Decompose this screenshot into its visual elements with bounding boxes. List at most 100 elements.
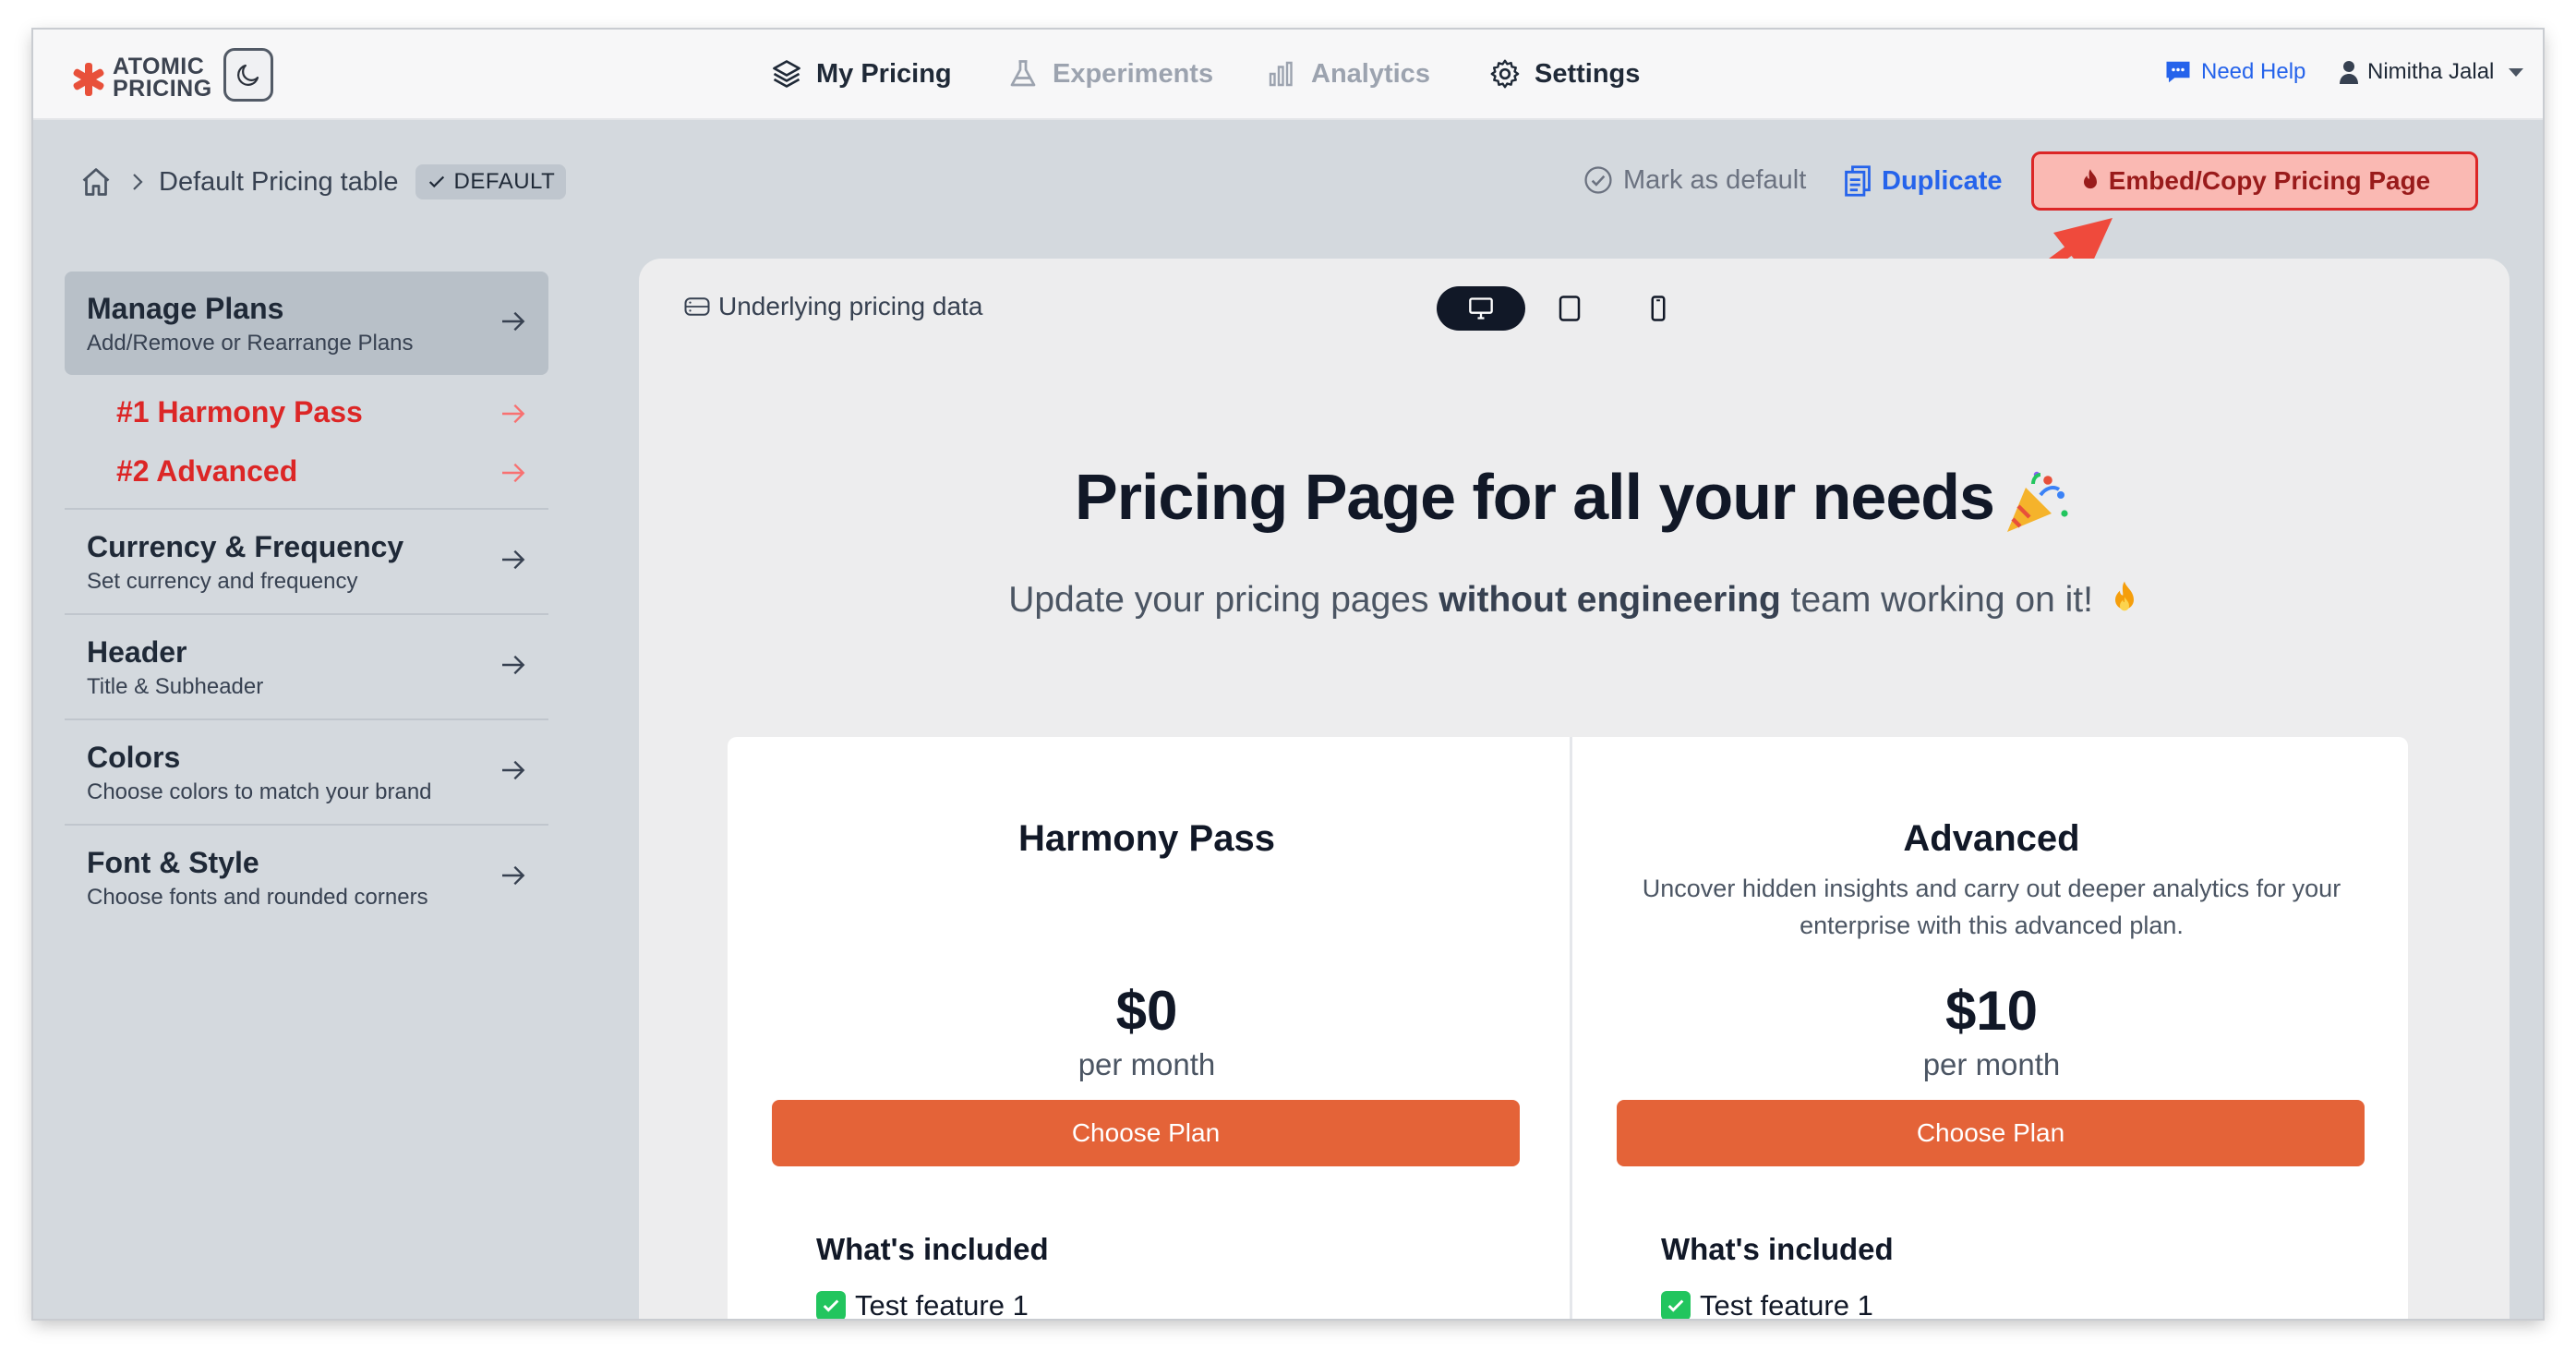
default-badge-label: DEFAULT bbox=[453, 169, 556, 194]
check-icon bbox=[428, 175, 444, 188]
plan-period: per month bbox=[1922, 1047, 2061, 1081]
choose-plan-button[interactable]: Choose Plan bbox=[772, 1100, 1520, 1166]
sidebar-item-currency-frequency[interactable]: Currency & Frequency Set currency and fr… bbox=[65, 510, 548, 615]
fire-icon bbox=[2114, 581, 2134, 611]
embed-copy-label: Embed/Copy Pricing Page bbox=[2108, 166, 2431, 195]
sidebar-item-subtitle: Choose fonts and rounded corners bbox=[87, 885, 428, 910]
sidebar-item-title: Font & Style bbox=[87, 846, 259, 879]
embed-copy-button[interactable]: Embed/Copy Pricing Page bbox=[2031, 151, 2478, 211]
arrow-right-icon bbox=[502, 865, 525, 886]
logo[interactable]: ATOMIC PRICING bbox=[70, 55, 236, 102]
pricing-page-title-text: Pricing Page for all your needs bbox=[1075, 461, 1995, 533]
subtitle-post: team working on it! bbox=[1780, 580, 2093, 620]
sidebar-item-subtitle: Set currency and frequency bbox=[87, 569, 358, 594]
need-help-link[interactable]: Need Help bbox=[2164, 59, 2305, 85]
page-title: Default Pricing table bbox=[159, 166, 399, 197]
user-menu[interactable]: Nimitha Jalal bbox=[2340, 59, 2524, 85]
nav-settings-label: Settings bbox=[1535, 58, 1641, 89]
layers-icon bbox=[773, 60, 800, 88]
plan-price: $10 bbox=[1944, 980, 2039, 1042]
chevron-down-icon bbox=[2509, 67, 2524, 77]
sidebar-item-title: Colors bbox=[87, 741, 181, 774]
plan-name: Harmony Pass bbox=[1018, 818, 1275, 859]
nav-analytics[interactable]: Analytics bbox=[1265, 55, 1430, 92]
party-popper-icon bbox=[2006, 471, 2068, 532]
phone-icon bbox=[1651, 296, 1666, 321]
sidebar-item-title: Header bbox=[87, 635, 187, 669]
bar-chart-icon bbox=[1269, 61, 1293, 87]
sidebar-item-subtitle: Title & Subheader bbox=[87, 674, 264, 699]
sidebar-item-subtitle: Add/Remove or Rearrange Plans bbox=[87, 331, 414, 356]
nav-analytics-label: Analytics bbox=[1311, 58, 1430, 89]
app-window: ATOMIC PRICING My Pricing Experiments An… bbox=[33, 30, 2543, 1319]
subtitle-pre: Update your pricing pages bbox=[1008, 580, 1439, 620]
pricing-preview: Underlying pricing data Pricing Page for… bbox=[639, 259, 2510, 1319]
sidebar-item-title: Currency & Frequency bbox=[87, 530, 404, 563]
check-mark-icon bbox=[816, 1291, 846, 1319]
nav-experiments-label: Experiments bbox=[1053, 58, 1214, 89]
user-icon bbox=[2340, 61, 2358, 84]
plan-description: Uncover hidden insights and carry out de… bbox=[1642, 875, 2341, 939]
plan-period: per month bbox=[1077, 1047, 1216, 1081]
gear-icon bbox=[1490, 59, 1520, 89]
mobile-view-button[interactable] bbox=[1614, 286, 1703, 331]
plan-card: Harmony Pass $0 per month Choose Plan Wh… bbox=[728, 737, 1566, 1319]
pricing-page-subtitle: Update your pricing pages without engine… bbox=[639, 580, 2510, 621]
feature-label: Test feature 1 bbox=[1700, 1289, 1873, 1319]
pricing-page-title: Pricing Page for all your needs bbox=[639, 460, 2510, 539]
feature-item: Test feature 1 bbox=[816, 1289, 1029, 1319]
top-nav: ATOMIC PRICING My Pricing Experiments An… bbox=[33, 30, 2543, 120]
sidebar-item-manage-plans[interactable]: Manage Plans Add/Remove or Rearrange Pla… bbox=[65, 272, 548, 375]
check-circle-icon bbox=[1584, 166, 1612, 194]
plan-cards: Harmony Pass $0 per month Choose Plan Wh… bbox=[728, 737, 2408, 1319]
default-badge: DEFAULT bbox=[415, 164, 567, 199]
tablet-icon bbox=[1559, 296, 1581, 321]
tablet-view-button[interactable] bbox=[1525, 286, 1614, 331]
sidebar-item-header[interactable]: Header Title & Subheader bbox=[65, 615, 548, 720]
feature-item: Test feature 1 bbox=[1661, 1289, 1873, 1319]
database-icon bbox=[684, 297, 710, 316]
underlying-data-label: Underlying pricing data bbox=[718, 292, 983, 320]
mark-as-default-button[interactable]: Mark as default bbox=[1583, 164, 1806, 196]
moon-icon bbox=[237, 64, 259, 86]
copy-icon bbox=[1845, 165, 1871, 197]
nav-settings[interactable]: Settings bbox=[1488, 55, 1640, 92]
chat-icon bbox=[2166, 61, 2190, 83]
logo-mark-icon bbox=[73, 63, 104, 96]
duplicate-button[interactable]: Duplicate bbox=[1843, 164, 2003, 198]
plan-list: #1 Harmony Pass #2 Advanced bbox=[65, 375, 548, 510]
sidebar-item-title: Manage Plans bbox=[87, 292, 284, 325]
check-mark-icon bbox=[1661, 1291, 1691, 1319]
device-toggle bbox=[1437, 286, 1703, 331]
flask-icon bbox=[1010, 60, 1036, 87]
sidebar-item-colors[interactable]: Colors Choose colors to match your brand bbox=[65, 720, 548, 826]
whats-included-heading: What's included bbox=[816, 1232, 1049, 1266]
logo-text: ATOMIC PRICING bbox=[113, 54, 212, 102]
plan-item-label: #1 Harmony Pass bbox=[116, 394, 363, 429]
arrow-right-icon bbox=[502, 655, 525, 675]
sidebar-plan-item[interactable]: #1 Harmony Pass bbox=[65, 382, 548, 441]
theme-toggle-button[interactable] bbox=[223, 48, 273, 102]
nav-experiments[interactable]: Experiments bbox=[1006, 55, 1213, 92]
choose-plan-button[interactable]: Choose Plan bbox=[1617, 1100, 2365, 1166]
duplicate-label: Duplicate bbox=[1882, 165, 2003, 196]
arrow-right-icon bbox=[502, 463, 525, 483]
chevron-right-icon bbox=[133, 174, 143, 190]
nav-my-pricing-label: My Pricing bbox=[816, 58, 952, 89]
arrow-right-icon bbox=[502, 311, 525, 332]
desktop-view-button[interactable] bbox=[1437, 286, 1525, 331]
sidebar-item-font-style[interactable]: Font & Style Choose fonts and rounded co… bbox=[65, 826, 548, 931]
need-help-label: Need Help bbox=[2201, 59, 2306, 84]
underlying-data-link[interactable]: Underlying pricing data bbox=[683, 292, 982, 321]
sidebar-plan-item[interactable]: #2 Advanced bbox=[65, 441, 548, 501]
monitor-icon bbox=[1469, 297, 1493, 320]
nav-my-pricing[interactable]: My Pricing bbox=[770, 55, 952, 92]
plan-item-label: #2 Advanced bbox=[116, 453, 298, 488]
sidebar: Manage Plans Add/Remove or Rearrange Pla… bbox=[65, 272, 548, 931]
breadcrumb: Default Pricing table DEFAULT bbox=[79, 159, 567, 205]
fire-icon bbox=[2083, 169, 2097, 189]
home-icon[interactable] bbox=[79, 165, 113, 199]
arrow-right-icon bbox=[502, 404, 525, 424]
plan-price: $0 bbox=[1115, 980, 1178, 1042]
plan-card: Advanced Uncover hidden insights and car… bbox=[1570, 737, 2411, 1319]
